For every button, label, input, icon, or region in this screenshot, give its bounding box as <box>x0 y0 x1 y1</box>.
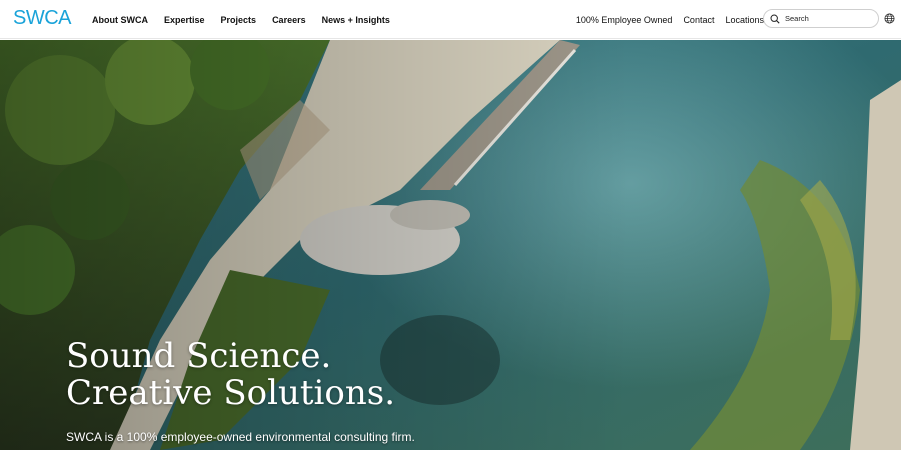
nav-expertise[interactable]: Expertise <box>164 15 205 25</box>
globe-icon[interactable] <box>884 13 895 24</box>
secondary-nav: 100% Employee Owned Contact Locations <box>576 0 764 39</box>
headline-line-2: Creative Solutions. <box>66 373 396 413</box>
swca-logo[interactable]: SWCA <box>13 7 72 29</box>
nav-contact[interactable]: Contact <box>683 15 714 25</box>
nav-news-insights[interactable]: News + Insights <box>322 15 390 25</box>
search-box[interactable] <box>763 9 879 28</box>
hero-headline: Sound Science. Creative Solutions. <box>66 338 395 412</box>
hero-section: Sound Science. Creative Solutions. SWCA … <box>0 40 901 450</box>
nav-careers[interactable]: Careers <box>272 15 306 25</box>
search-icon <box>770 13 780 24</box>
nav-locations[interactable]: Locations <box>725 15 764 25</box>
primary-nav: About SWCA Expertise Projects Careers Ne… <box>92 0 390 39</box>
site-header: SWCA About SWCA Expertise Projects Caree… <box>0 0 901 39</box>
nav-employee-owned[interactable]: 100% Employee Owned <box>576 15 673 25</box>
nav-about-swca[interactable]: About SWCA <box>92 15 148 25</box>
headline-line-1: Sound Science. <box>66 336 332 376</box>
hero-tagline: SWCA is a 100% employee-owned environmen… <box>66 430 415 444</box>
search-input[interactable] <box>785 14 873 23</box>
nav-projects[interactable]: Projects <box>221 15 257 25</box>
